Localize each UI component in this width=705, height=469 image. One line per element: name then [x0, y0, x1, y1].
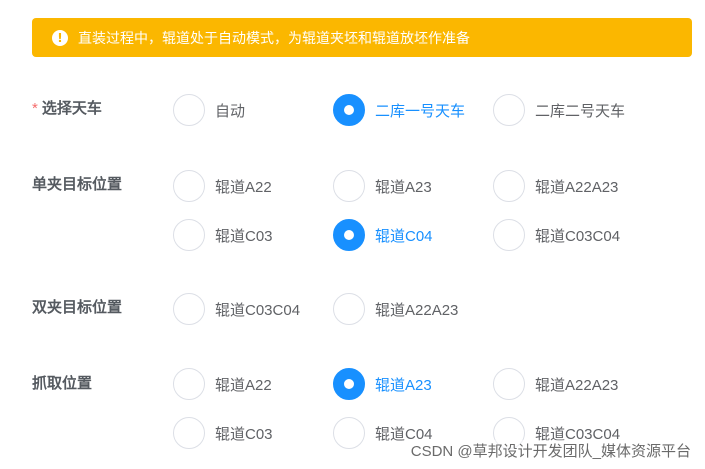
crane-label: * 选择天车 — [32, 97, 102, 118]
radio-circle[interactable] — [333, 293, 365, 325]
radio-grab-c03[interactable]: 辊道C03 — [173, 417, 273, 449]
radio-label: 辊道C03 — [215, 227, 273, 245]
radio-label: 辊道C03 — [215, 425, 273, 443]
radio-label: 辊道A22 — [215, 376, 272, 394]
radio-circle[interactable] — [493, 94, 525, 126]
radio-circle[interactable] — [173, 417, 205, 449]
radio-label: 辊道C04 — [375, 227, 433, 245]
radio-single-c03[interactable]: 辊道C03 — [173, 219, 273, 251]
radio-circle[interactable] — [173, 94, 205, 126]
radio-single-a23[interactable]: 辊道A23 — [333, 170, 432, 202]
crane-label-text: 选择天车 — [41, 100, 102, 117]
radio-label: 辊道C03C04 — [215, 301, 301, 319]
double-target-label: 双夹目标位置 — [32, 299, 123, 316]
radio-circle[interactable] — [173, 368, 205, 400]
radio-circle[interactable] — [493, 368, 525, 400]
radio-grab-a22[interactable]: 辊道A22 — [173, 368, 272, 400]
radio-circle[interactable] — [173, 170, 205, 202]
radio-label: 辊道A22A23 — [375, 301, 459, 319]
radio-circle[interactable] — [333, 368, 365, 400]
radio-label: 辊道A23 — [375, 376, 432, 394]
radio-grab-a22a23[interactable]: 辊道A22A23 — [493, 368, 618, 400]
radio-label: 辊道A22A23 — [535, 178, 619, 196]
alert-text: 直装过程中，辊道处于自动模式，为辊道夹坯和辊道放坯作准备 — [78, 29, 470, 46]
radio-single-c03c04[interactable]: 辊道C03C04 — [493, 219, 620, 251]
required-mark: * — [32, 100, 38, 117]
radio-crane-auto[interactable]: 自动 — [173, 94, 245, 126]
radio-circle[interactable] — [173, 219, 205, 251]
radio-circle[interactable] — [333, 170, 365, 202]
radio-label: 自动 — [215, 102, 246, 120]
radio-circle[interactable] — [333, 94, 365, 126]
warning-alert: ! 直装过程中，辊道处于自动模式，为辊道夹坯和辊道放坯作准备 — [32, 18, 692, 57]
radio-circle[interactable] — [493, 170, 525, 202]
radio-single-a22[interactable]: 辊道A22 — [173, 170, 272, 202]
radio-crane-1[interactable]: 二库一号天车 — [333, 94, 465, 126]
radio-label: 二库一号天车 — [375, 102, 466, 120]
radio-circle[interactable] — [333, 417, 365, 449]
grab-position-label: 抓取位置 — [32, 375, 93, 392]
radio-label: 辊道C03C04 — [535, 227, 621, 245]
radio-circle[interactable] — [173, 293, 205, 325]
radio-label: 辊道A22A23 — [535, 376, 619, 394]
warning-circle-icon: ! — [52, 29, 68, 46]
radio-circle[interactable] — [493, 219, 525, 251]
radio-double-c03c04[interactable]: 辊道C03C04 — [173, 293, 300, 325]
radio-label: 二库二号天车 — [535, 102, 626, 120]
single-target-label: 单夹目标位置 — [32, 176, 123, 193]
radio-label: 辊道A23 — [375, 178, 432, 196]
radio-single-a22a23[interactable]: 辊道A22A23 — [493, 170, 618, 202]
radio-single-c04[interactable]: 辊道C04 — [333, 219, 433, 251]
radio-label: 辊道A22 — [215, 178, 272, 196]
radio-circle[interactable] — [333, 219, 365, 251]
radio-grab-a23[interactable]: 辊道A23 — [333, 368, 432, 400]
radio-double-a22a23[interactable]: 辊道A22A23 — [333, 293, 458, 325]
watermark-text: CSDN @草邦设计开发团队_媒体资源平台 — [410, 440, 691, 461]
radio-crane-2[interactable]: 二库二号天车 — [493, 94, 625, 126]
